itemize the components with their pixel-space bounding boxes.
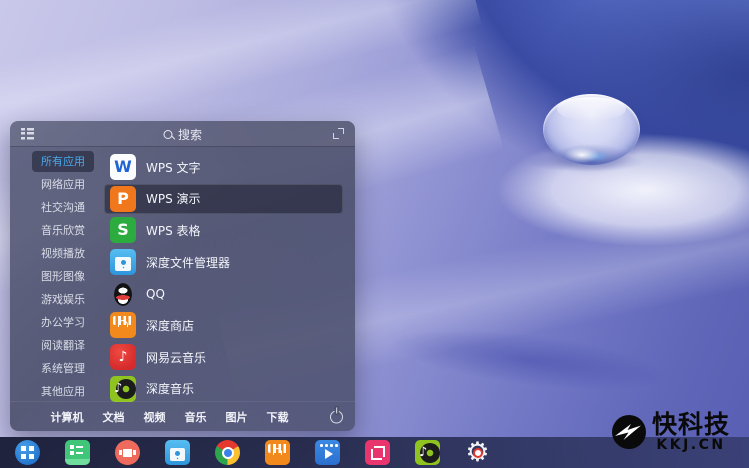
shortcut-computer[interactable]: 计算机 [51, 409, 84, 425]
app-row-wps-writer[interactable]: W WPS 文字 [104, 152, 343, 182]
kkj-watermark: 快科技 KKJ.CN [610, 412, 730, 452]
media-app-icon[interactable] [115, 440, 140, 465]
shortcut-downloads[interactable]: 下载 [267, 409, 289, 425]
app-row-qq[interactable]: QQ [104, 279, 343, 309]
control-center-icon[interactable] [465, 440, 490, 465]
app-row-netease-music[interactable]: 网易云音乐 [104, 342, 343, 372]
category-item[interactable]: 网络应用 [32, 174, 94, 195]
shortcut-pictures[interactable]: 图片 [226, 409, 248, 425]
search-icon [163, 130, 172, 139]
shortcut-documents[interactable]: 文档 [103, 409, 125, 425]
power-icon[interactable] [330, 410, 343, 423]
app-icon: S [110, 217, 136, 243]
app-store-icon[interactable] [265, 440, 290, 465]
app-row-wps-spreadsheet[interactable]: S WPS 表格 [104, 215, 343, 245]
watermark-brand: 快科技 [652, 412, 730, 437]
category-view-toggle-icon[interactable] [21, 128, 34, 140]
category-item[interactable]: 音乐欣赏 [32, 220, 94, 241]
category-item[interactable]: 系统管理 [32, 358, 94, 379]
app-label: 深度商店 [146, 317, 194, 334]
app-icon [110, 281, 136, 307]
app-icon [110, 249, 136, 275]
app-label: QQ [146, 287, 165, 301]
music-player-icon[interactable] [415, 440, 440, 465]
app-row-deepin-store[interactable]: 深度商店 [104, 310, 343, 340]
launcher-body: 所有应用网络应用社交沟通音乐欣赏视频播放图形图像游戏娱乐办公学习阅读翻译系统管理… [10, 147, 355, 401]
category-sidebar: 所有应用网络应用社交沟通音乐欣赏视频播放图形图像游戏娱乐办公学习阅读翻译系统管理… [10, 147, 104, 401]
notes-app-icon[interactable] [65, 440, 90, 465]
app-icon-glyph: P [117, 191, 129, 207]
water-droplet [543, 94, 640, 165]
shortcut-music[interactable]: 音乐 [185, 409, 207, 425]
chrome-icon[interactable] [215, 440, 240, 465]
app-icon: W [110, 154, 136, 180]
category-item[interactable]: 图形图像 [32, 266, 94, 287]
category-item[interactable]: 社交沟通 [32, 197, 94, 218]
app-launcher-panel: 搜索 所有应用网络应用社交沟通音乐欣赏视频播放图形图像游戏娱乐办公学习阅读翻译系… [10, 121, 355, 431]
app-row-file-manager[interactable]: 深度文件管理器 [104, 247, 343, 277]
shortcut-videos[interactable]: 视频 [144, 409, 166, 425]
launcher-topbar: 搜索 [10, 121, 355, 147]
app-label: 深度音乐 [146, 380, 194, 397]
app-row-deepin-music[interactable]: 深度音乐 [104, 374, 343, 404]
screenshot-icon[interactable] [365, 440, 390, 465]
category-item[interactable]: 阅读翻译 [32, 335, 94, 356]
app-label: 深度文件管理器 [146, 254, 230, 271]
category-item[interactable]: 游戏娱乐 [32, 289, 94, 310]
app-icon [110, 312, 136, 338]
category-item[interactable]: 其他应用 [32, 381, 94, 402]
category-item[interactable]: 办公学习 [32, 312, 94, 333]
app-label: WPS 表格 [146, 222, 201, 239]
launcher-bottombar: 计算机 文档 视频 音乐 图片 下载 [10, 401, 355, 431]
category-item[interactable]: 所有应用 [32, 151, 94, 172]
app-icon: P [110, 186, 136, 212]
launcher-icon[interactable] [15, 440, 40, 465]
category-item[interactable]: 视频播放 [32, 243, 94, 264]
file-manager-icon[interactable] [165, 440, 190, 465]
search-input[interactable]: 搜索 [163, 121, 202, 147]
kkj-logo-icon [610, 413, 648, 451]
app-icon [110, 344, 136, 370]
app-label: 网易云音乐 [146, 349, 206, 366]
kkj-watermark-text: 快科技 KKJ.CN [652, 412, 730, 452]
app-icon [110, 376, 136, 402]
fullscreen-toggle-icon[interactable] [333, 128, 344, 139]
movie-player-icon[interactable] [315, 440, 340, 465]
app-label: WPS 文字 [146, 159, 201, 176]
app-icon-glyph: W [114, 159, 132, 175]
app-icon-glyph: S [117, 222, 129, 238]
desktop: 搜索 所有应用网络应用社交沟通音乐欣赏视频播放图形图像游戏娱乐办公学习阅读翻译系… [0, 0, 749, 468]
watermark-domain: KKJ.CN [656, 438, 725, 452]
search-placeholder: 搜索 [178, 126, 202, 143]
app-list: W WPS 文字 P WPS 演示 S WPS 表格 深度文件管理器 QQ [104, 147, 355, 401]
app-label: WPS 演示 [146, 190, 201, 207]
app-row-wps-presentation[interactable]: P WPS 演示 [104, 184, 343, 214]
